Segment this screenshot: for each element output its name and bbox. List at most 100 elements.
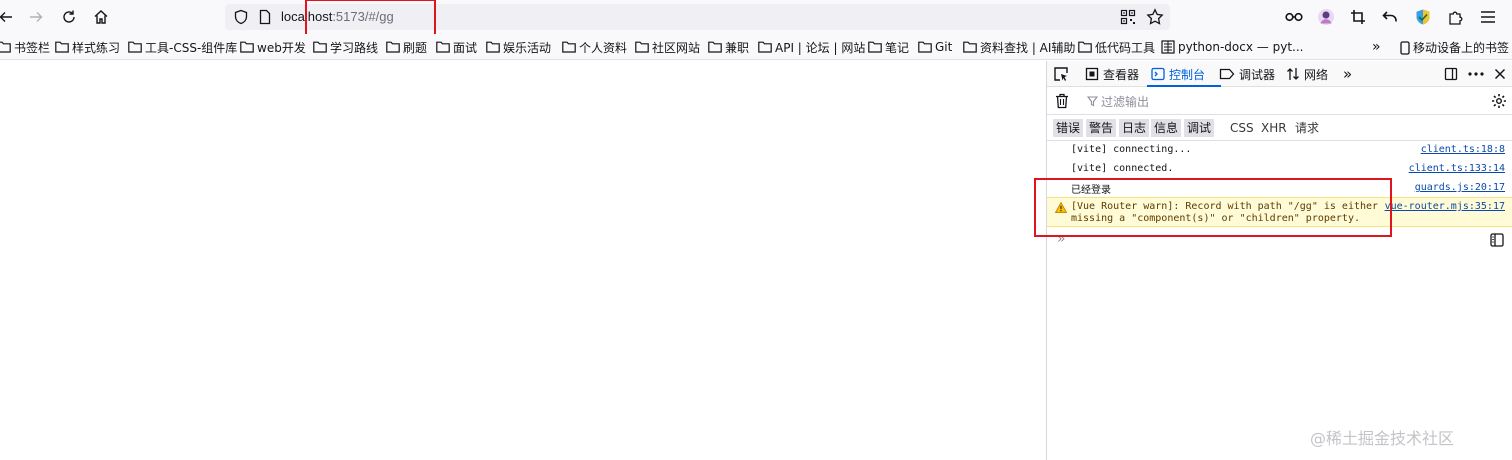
folder-icon [386, 41, 400, 53]
folder-icon [240, 41, 254, 53]
extensions-puzzle-icon[interactable] [1446, 7, 1466, 27]
close-devtools-button[interactable] [1494, 65, 1506, 83]
bookmark-folder[interactable]: web开发 [240, 39, 306, 55]
bookmark-label: 资料查找 | AI辅助 [980, 40, 1076, 55]
bookmark-folder[interactable]: 工具-CSS-组件库 [128, 39, 237, 55]
source-link[interactable]: guards.js:20:17 [1415, 182, 1505, 193]
folder-icon [918, 41, 932, 53]
incognito-icon[interactable] [1284, 7, 1304, 27]
inspector-icon [1085, 67, 1099, 81]
dock-side-icon [1444, 67, 1458, 81]
console-message: [vite] connecting... client.ts:18:8 [1047, 141, 1512, 160]
bookmark-folder[interactable]: 娱乐活动 [486, 39, 551, 55]
reload-button[interactable] [57, 5, 81, 29]
filter-errors[interactable]: 错误 [1053, 119, 1084, 137]
tab-label: 网络 [1304, 67, 1329, 82]
bookmark-label: 书签栏 [14, 40, 51, 55]
folder-icon [635, 41, 649, 53]
filter-requests[interactable]: 请求 [1292, 119, 1322, 137]
shield-icon[interactable] [233, 9, 249, 25]
tab-inspector[interactable]: 查看器 [1085, 65, 1139, 83]
bookmarks-overflow-button[interactable]: » [1372, 39, 1381, 55]
more-tabs-button[interactable]: » [1343, 65, 1352, 83]
bookmarks-toolbar: 书签栏 样式练习 工具-CSS-组件库 web开发 学习路线 刷题 面试 娱乐活… [0, 34, 1512, 60]
home-button[interactable] [89, 5, 113, 29]
bookmark-label: web开发 [257, 40, 306, 55]
bookmark-folder[interactable]: Git [918, 39, 952, 55]
network-arrows-icon [1287, 68, 1299, 80]
folder-icon [128, 41, 142, 53]
message-text: [vite] connected. [1071, 163, 1174, 174]
folder-icon [708, 41, 722, 53]
reload-icon [63, 10, 75, 23]
element-picker-button[interactable] [1053, 65, 1069, 83]
undo-icon[interactable] [1380, 7, 1400, 27]
debugger-icon [1219, 68, 1235, 80]
devtools-panel: 查看器 控制台 调试器 网络 » 过滤输出 错误 警告 日志 信息 调试 CSS… [1046, 61, 1512, 460]
tab-network[interactable]: 网络 [1286, 65, 1328, 83]
source-link[interactable]: client.ts:133:14 [1409, 163, 1505, 174]
console-settings-button[interactable] [1491, 93, 1507, 109]
bookmark-folder[interactable]: 兼职 [708, 39, 749, 55]
bookmark-folder[interactable]: 书签栏 [0, 39, 50, 55]
dock-button[interactable] [1444, 65, 1458, 83]
mobile-bookmarks[interactable]: 移动设备上的书签 [1400, 39, 1509, 56]
filter-placeholder: 过滤输出 [1101, 95, 1150, 109]
filter-logs[interactable]: 日志 [1119, 119, 1150, 137]
folder-icon [963, 41, 977, 53]
menu-icon[interactable] [1478, 7, 1498, 27]
folder-icon [1078, 41, 1092, 53]
forward-button[interactable] [24, 5, 48, 29]
home-icon [94, 10, 108, 24]
split-editor-icon [1490, 233, 1504, 247]
options-button[interactable] [1468, 65, 1484, 83]
filter-warnings[interactable]: 警告 [1086, 119, 1117, 137]
avatar-icon[interactable] [1316, 7, 1336, 27]
folder-icon [55, 41, 69, 53]
bookmark-folder[interactable]: 社区网站 [635, 39, 700, 55]
gear-icon [1492, 94, 1506, 108]
bookmark-folder[interactable]: API | 论坛 | 网站 [758, 39, 865, 55]
source-link[interactable]: vue-router.mjs:35:17 [1385, 201, 1505, 212]
bookmark-star-icon[interactable] [1146, 8, 1164, 26]
bookmark-folder[interactable]: 个人资料 [562, 39, 627, 55]
tab-label: 调试器 [1239, 67, 1276, 82]
clear-console-button[interactable] [1055, 93, 1069, 109]
bookmark-link[interactable]: python-docx — pyt... [1161, 39, 1303, 55]
filter-debug[interactable]: 调试 [1184, 119, 1215, 137]
bookmark-label: 娱乐活动 [503, 40, 552, 55]
bookmark-label: 刷题 [403, 40, 428, 55]
filter-output-input[interactable]: 过滤输出 [1087, 93, 1149, 110]
extension-shield-icon[interactable] [1413, 7, 1433, 27]
bookmark-label: 工具-CSS-组件库 [145, 40, 238, 55]
filter-xhr[interactable]: XHR [1258, 119, 1290, 137]
crop-icon[interactable] [1348, 7, 1368, 27]
element-picker-icon [1054, 67, 1068, 81]
trash-icon [1056, 93, 1068, 109]
bookmark-folder[interactable]: 学习路线 [313, 39, 378, 55]
navigation-toolbar: localhost:5173/#/gg [0, 0, 1512, 34]
bookmark-folder[interactable]: 样式练习 [55, 39, 120, 55]
console-filter-bar: 过滤输出 [1047, 87, 1512, 115]
source-link[interactable]: client.ts:18:8 [1421, 144, 1505, 155]
bookmark-label: python-docx — pyt... [1178, 40, 1304, 54]
folder-icon [562, 41, 576, 53]
bookmark-label: API | 论坛 | 网站 [775, 40, 866, 55]
split-console-button[interactable] [1490, 233, 1504, 247]
bookmark-label: Git [935, 40, 953, 54]
devtools-toolbar: 查看器 控制台 调试器 网络 » [1047, 61, 1512, 87]
bookmark-folder[interactable]: 刷题 [386, 39, 427, 55]
qr-code-icon[interactable] [1120, 9, 1136, 25]
filter-css[interactable]: CSS [1227, 119, 1257, 137]
folder-icon [486, 41, 500, 53]
filter-info[interactable]: 信息 [1151, 119, 1182, 137]
tab-debugger[interactable]: 调试器 [1219, 65, 1275, 83]
bookmark-folder[interactable]: 笔记 [868, 39, 909, 55]
bookmark-folder[interactable]: 资料查找 | AI辅助 [963, 39, 1075, 55]
tab-console[interactable]: 控制台 [1151, 65, 1205, 83]
bookmark-label: 样式练习 [72, 40, 121, 55]
page-info-icon[interactable] [257, 9, 273, 25]
bookmark-folder[interactable]: 低代码工具 [1078, 39, 1155, 55]
bookmark-folder[interactable]: 面试 [436, 39, 477, 55]
back-button[interactable] [0, 5, 18, 29]
